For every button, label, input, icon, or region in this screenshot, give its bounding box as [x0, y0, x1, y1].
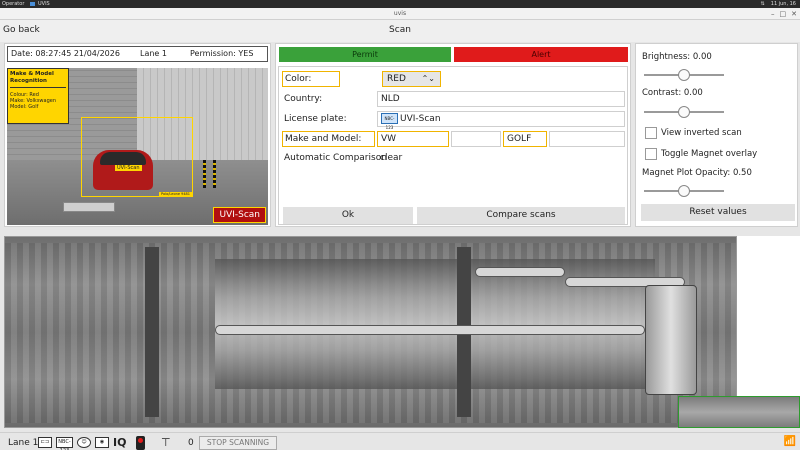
mmr-model: Model: Golf — [10, 104, 39, 110]
image-quality-icon: IQ — [113, 436, 127, 449]
model-field-spacer — [549, 131, 625, 147]
license-plate-field[interactable]: NBC-123UVI-Scan — [377, 111, 625, 130]
model-field[interactable]: GOLF — [503, 131, 547, 147]
scan-lane: Lane 1 — [140, 49, 167, 58]
magnet-overlay-label: Toggle Magnet overlay — [661, 149, 758, 159]
status-bar: Lane 1 ⊏⊐ NBC-123 ☺ ◉ IQ ⊤ 0 STOP SCANNI… — [0, 432, 800, 450]
gate-icon: ⊤ — [161, 436, 171, 449]
license-plate-label: License plate: — [284, 114, 347, 124]
os-date: 11 jun, 16 — [770, 1, 796, 7]
scanner-device — [63, 202, 115, 212]
country-field[interactable]: NLD — [377, 91, 625, 107]
os-user: Operator — [2, 1, 25, 7]
brightness-slider-knob[interactable] — [678, 69, 690, 81]
muffler — [645, 285, 697, 395]
detection-confidence: Polo/Leone 9481 — [159, 192, 192, 196]
scan-datetime: Date: 08:27:45 21/04/2026 — [11, 49, 120, 58]
auto-compare-label: Automatic Comparison — [284, 153, 387, 163]
contrast-slider-knob[interactable] — [678, 106, 690, 118]
minimize-icon[interactable]: – — [771, 8, 775, 20]
scan-minimap[interactable] — [678, 396, 800, 428]
os-app-name: UVIS — [38, 1, 50, 7]
inverted-label: View inverted scan — [661, 128, 742, 138]
make-field[interactable]: VW — [377, 131, 449, 147]
page-title: Scan — [389, 25, 411, 35]
photo-watermark: UVI-Scan — [213, 207, 266, 223]
scan-permission: Permission: YES — [190, 49, 254, 58]
permit-button[interactable]: Permit — [279, 47, 451, 62]
vehicle-count: 0 — [188, 438, 194, 448]
window-title: uvis — [393, 10, 407, 17]
opacity-slider-knob[interactable] — [678, 185, 690, 197]
make-model-label: Make and Model: — [282, 131, 375, 147]
os-taskbar-app[interactable]: UVIS — [30, 0, 50, 8]
underbody-scan-image[interactable] — [4, 236, 737, 428]
inverted-checkbox[interactable] — [645, 127, 657, 139]
magnet-overlay-checkbox[interactable] — [645, 148, 657, 160]
stop-scanning-button[interactable]: STOP SCANNING — [199, 436, 277, 450]
make-field-spacer — [451, 131, 501, 147]
opacity-slider[interactable] — [644, 185, 724, 197]
vehicle-info-panel: Date: 08:27:45 21/04/2026 Lane 1 Permiss… — [4, 43, 271, 227]
detection-label: UVI-Scan — [115, 165, 142, 171]
os-top-bar: Operator UVIS ⇅ 11 jun, 16 — [0, 0, 800, 8]
window-controls: – □ ✕ — [771, 8, 797, 20]
brightness-label: Brightness: 0.00 — [642, 52, 712, 62]
reset-values-button[interactable]: Reset values — [641, 204, 795, 221]
opacity-label: Magnet Plot Opacity: 0.50 — [642, 168, 752, 178]
plate-reader-icon: NBC-123 — [56, 437, 73, 450]
mmr-title: Make & Model Recognition — [10, 71, 66, 88]
color-select-value: RED — [387, 74, 406, 84]
vehicle-form: Color: RED ⌃⌄ Country: NLD License plate… — [278, 66, 628, 225]
window-title-bar: uvis – □ ✕ — [0, 8, 800, 20]
alert-button[interactable]: Alert — [454, 47, 628, 62]
scan-info-bar: Date: 08:27:45 21/04/2026 Lane 1 Permiss… — [7, 46, 268, 62]
mmr-card: Make & Model Recognition Colour: Red Mak… — [7, 68, 69, 124]
color-select[interactable]: RED ⌃⌄ — [382, 71, 441, 87]
barrier-icon: ⊏⊐ — [38, 437, 52, 448]
contrast-slider[interactable] — [644, 106, 724, 118]
traffic-light-icon — [136, 436, 145, 450]
scan-form-panel: Permit Alert Color: RED ⌃⌄ Country: NLD … — [275, 43, 631, 227]
detection-box — [81, 117, 193, 197]
wifi-icon: 📶 — [783, 436, 796, 447]
country-label: Country: — [284, 94, 323, 104]
updown-chevron-icon: ⌃⌄ — [421, 74, 435, 83]
go-back-button[interactable]: Go back — [3, 25, 40, 35]
nav-bar: Scan Go back — [0, 20, 800, 42]
camera-icon: ◉ — [95, 437, 109, 448]
contrast-label: Contrast: 0.00 — [642, 88, 703, 98]
vehicle-photo: UVI-Scan Polo/Leone 9481 Make & Model Re… — [7, 68, 268, 225]
display-settings-panel: Brightness: 0.00 Contrast: 0.00 View inv… — [635, 43, 798, 227]
license-plate-value: UVI-Scan — [400, 114, 441, 124]
ok-button[interactable]: Ok — [283, 207, 413, 224]
network-icon[interactable]: ⇅ — [761, 0, 765, 8]
folder-icon — [30, 2, 35, 6]
color-label: Color: — [282, 71, 340, 87]
compare-scans-button[interactable]: Compare scans — [417, 207, 625, 224]
close-icon[interactable]: ✕ — [791, 8, 797, 20]
status-lane: Lane 1 — [8, 438, 39, 448]
auto-compare-value: clear — [380, 153, 403, 163]
os-tray: ⇅ 11 jun, 16 — [761, 0, 796, 8]
brightness-slider[interactable] — [644, 69, 724, 81]
maximize-icon[interactable]: □ — [780, 8, 787, 20]
driver-face-icon: ☺ — [77, 437, 91, 448]
license-plate-icon: NBC-123 — [381, 113, 398, 130]
